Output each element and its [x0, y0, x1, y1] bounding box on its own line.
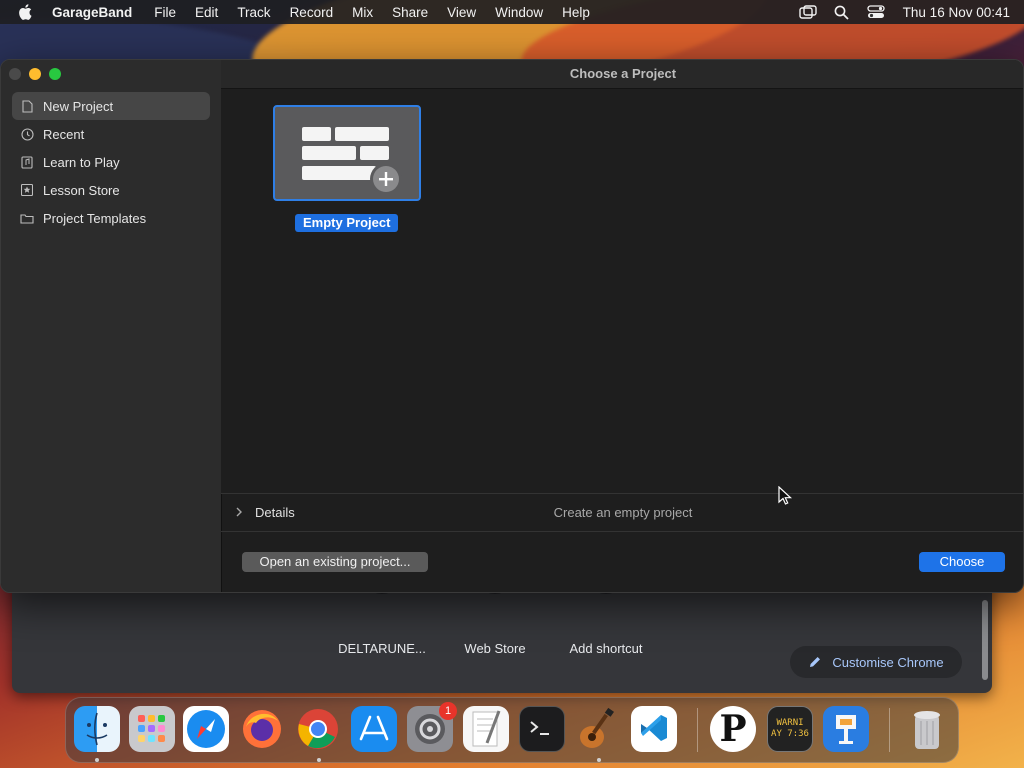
dock: 1 P WARNI AY 7:36	[65, 697, 959, 763]
shortcut-label: Add shortcut	[569, 641, 643, 656]
finder-icon[interactable]	[74, 706, 120, 752]
sidebar-item-project-templates[interactable]: Project Templates	[12, 204, 210, 232]
running-indicator	[597, 758, 601, 762]
sidebar-item-label: Project Templates	[43, 210, 147, 226]
customise-chrome-button[interactable]: Customise Chrome	[790, 646, 962, 678]
control-centre-icon[interactable]	[865, 4, 887, 20]
dock-separator	[889, 708, 890, 752]
p-app-icon[interactable]: P	[710, 706, 756, 752]
garageband-icon[interactable]	[575, 706, 621, 752]
pencil-icon	[810, 657, 821, 667]
zoom-button[interactable]	[49, 68, 61, 80]
console-line-1: WARNI	[776, 718, 804, 728]
scrollbar[interactable]	[982, 600, 988, 680]
system-settings-icon[interactable]: 1	[407, 702, 457, 752]
minimize-button[interactable]	[29, 68, 41, 80]
sidebar-item-lesson-store[interactable]: Lesson Store	[12, 176, 210, 204]
notification-badge: 1	[439, 702, 457, 720]
star-icon	[20, 183, 34, 197]
window-title: Choose a Project	[221, 60, 1023, 89]
trash-icon[interactable]	[904, 706, 950, 752]
clock-icon	[20, 127, 34, 141]
console-icon[interactable]: WARNI AY 7:36	[767, 706, 813, 752]
window-controls	[9, 68, 61, 80]
launchpad-icon[interactable]	[129, 706, 175, 752]
close-button[interactable]	[9, 68, 21, 80]
sidebar-list: New Project Recent Learn to Play Lesson …	[12, 92, 210, 232]
menu-app-name[interactable]: GarageBand	[52, 5, 132, 20]
choose-button[interactable]: Choose	[919, 552, 1005, 572]
open-existing-project-button[interactable]: Open an existing project...	[242, 552, 428, 572]
sidebar-item-label: Lesson Store	[43, 182, 120, 198]
dock-separator	[697, 708, 698, 752]
menu-file[interactable]: File	[154, 5, 176, 20]
vscode-icon[interactable]	[631, 706, 677, 752]
running-indicator	[317, 758, 321, 762]
sidebar-item-learn-to-play[interactable]: Learn to Play	[12, 148, 210, 176]
details-description: Create an empty project	[553, 505, 693, 520]
running-indicator	[95, 758, 99, 762]
sidebar-item-label: New Project	[43, 98, 114, 114]
chrome-icon[interactable]	[295, 706, 341, 752]
details-bar: Details Create an empty project	[221, 493, 1023, 532]
folder-icon	[20, 211, 34, 225]
app-store-icon[interactable]	[351, 706, 397, 752]
menu-mix[interactable]: Mix	[352, 5, 373, 20]
mouse-cursor	[778, 485, 793, 511]
document-icon	[20, 99, 34, 113]
terminal-icon[interactable]	[519, 706, 565, 752]
menu-bar: GarageBand File Edit Track Record Mix Sh…	[0, 0, 1024, 24]
sidebar: New Project Recent Learn to Play Lesson …	[1, 60, 222, 592]
console-line-2: AY 7:36	[771, 729, 809, 739]
p-app-letter: P	[719, 708, 747, 750]
firefox-icon[interactable]	[239, 706, 285, 752]
sidebar-item-new-project[interactable]: New Project	[12, 92, 210, 120]
empty-project-icon	[302, 127, 402, 195]
menu-track[interactable]: Track	[237, 5, 270, 20]
empty-project-tile[interactable]	[273, 105, 421, 201]
menu-help[interactable]: Help	[562, 5, 590, 20]
empty-project-label[interactable]: Empty Project	[295, 214, 399, 232]
menu-record[interactable]: Record	[290, 5, 334, 20]
window-footer: Open an existing project... Choose	[221, 532, 1023, 592]
safari-icon[interactable]	[183, 706, 229, 752]
search-icon[interactable]	[831, 4, 853, 20]
sidebar-item-label: Learn to Play	[43, 154, 120, 170]
menu-view[interactable]: View	[447, 5, 476, 20]
project-chooser-window: New Project Recent Learn to Play Lesson …	[0, 59, 1024, 593]
project-grid: Empty Project	[221, 89, 1023, 493]
menu-window[interactable]: Window	[495, 5, 543, 20]
menu-share[interactable]: Share	[392, 5, 428, 20]
menu-clock[interactable]: Thu 16 Nov 00:41	[903, 5, 1010, 20]
apple-icon[interactable]	[18, 3, 36, 21]
sidebar-item-recent[interactable]: Recent	[12, 120, 210, 148]
menu-edit[interactable]: Edit	[195, 5, 218, 20]
customise-chrome-label: Customise Chrome	[832, 654, 944, 670]
music-note-icon	[20, 155, 34, 169]
shortcut-label: DELTARUNE...	[338, 641, 426, 656]
textedit-icon[interactable]	[463, 706, 509, 752]
sidebar-item-label: Recent	[43, 126, 85, 142]
screen-mirroring-icon[interactable]	[797, 4, 819, 20]
keynote-icon[interactable]	[823, 706, 869, 752]
